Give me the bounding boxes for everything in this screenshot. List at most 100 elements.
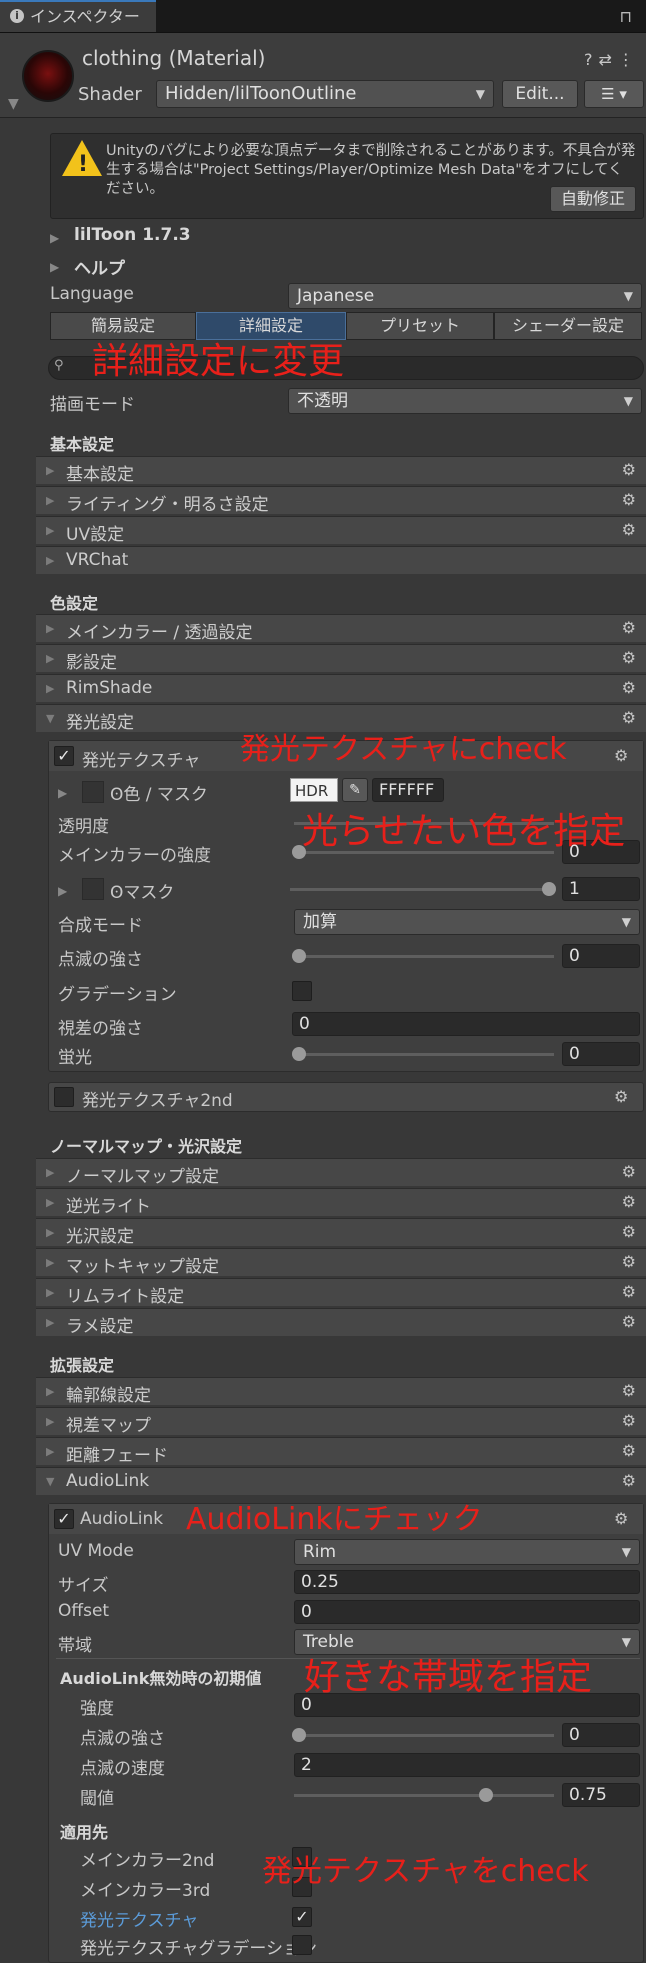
target-emission-gradation-checkbox[interactable] xyxy=(292,1935,312,1955)
mask-input[interactable]: 1 xyxy=(562,877,640,901)
foldout-uv-settings[interactable]: ▶ UV設定 ⚙ xyxy=(36,516,646,545)
fluor-slider-knob[interactable] xyxy=(292,1047,306,1061)
gear-icon[interactable]: ⚙ xyxy=(622,1381,636,1400)
lock-icon[interactable]: ⊓ xyxy=(620,7,632,26)
uv-mode-dropdown[interactable]: Rim ▼ xyxy=(294,1539,640,1565)
chevron-right-icon[interactable]: ▶ xyxy=(58,786,67,800)
gradation-checkbox[interactable] xyxy=(292,981,312,1001)
threshold-slider-track[interactable] xyxy=(294,1794,554,1797)
gear-icon[interactable]: ⚙ xyxy=(622,460,636,479)
auto-fix-button[interactable]: 自動修正 xyxy=(550,186,636,212)
al-blink-slider-track[interactable] xyxy=(298,1734,554,1737)
chevron-right-icon[interactable]: ▶ xyxy=(50,231,59,245)
help-foldout[interactable]: ヘルプ xyxy=(74,254,125,279)
blend-mode-dropdown[interactable]: 加算 ▼ xyxy=(294,909,640,935)
shader-menu-button[interactable]: ☰ ▾ xyxy=(584,80,644,108)
fluor-input[interactable]: 0 xyxy=(562,1042,640,1066)
foldout-shadow[interactable]: ▶ 影設定 ⚙ xyxy=(36,644,646,673)
gear-icon[interactable]: ⚙ xyxy=(622,708,636,727)
al-blink-slider-knob[interactable] xyxy=(292,1728,306,1742)
gear-icon[interactable]: ⚙ xyxy=(622,618,636,637)
gear-icon[interactable]: ⚙ xyxy=(614,1087,628,1106)
hdr-color-swatch[interactable]: HDR xyxy=(290,778,338,802)
threshold-input[interactable]: 0.75 xyxy=(562,1783,640,1807)
foldout-reflection[interactable]: ▶ 光沢設定 ⚙ xyxy=(36,1218,646,1247)
eyedropper-icon[interactable]: ✎ xyxy=(342,778,368,802)
gear-icon[interactable]: ⚙ xyxy=(622,490,636,509)
chevron-right-icon: ▶ xyxy=(46,464,55,477)
gear-icon[interactable]: ⚙ xyxy=(614,1509,628,1528)
color-mask-label: ʘ色 / マスク xyxy=(110,785,208,805)
texture-slot[interactable] xyxy=(82,781,104,803)
chevron-down-icon: ▼ xyxy=(621,915,631,929)
mask-slider-knob[interactable] xyxy=(542,882,556,896)
settings-sliders-icon[interactable]: ⇄ xyxy=(599,50,618,69)
foldout-lighting[interactable]: ▶ ライティング・明るさ設定 ⚙ xyxy=(36,486,646,515)
audiolink-checkbox[interactable]: ✓ xyxy=(54,1509,74,1529)
gear-icon[interactable]: ⚙ xyxy=(622,520,636,539)
gear-icon[interactable]: ⚙ xyxy=(622,648,636,667)
size-input[interactable]: 0.25 xyxy=(294,1570,640,1594)
mask-texture-slot[interactable] xyxy=(82,878,104,900)
alpha-label: 透明度 xyxy=(58,817,109,837)
edit-shader-button[interactable]: Edit... xyxy=(502,80,578,108)
chevron-right-icon[interactable]: ▶ xyxy=(50,260,59,274)
chevron-right-icon[interactable]: ▶ xyxy=(58,884,67,898)
foldout-normal-map[interactable]: ▶ ノーマルマップ設定 ⚙ xyxy=(36,1158,646,1187)
blink-speed-input[interactable]: 2 xyxy=(294,1753,640,1777)
foldout-audiolink[interactable]: ▼ AudioLink ⚙ xyxy=(36,1467,646,1495)
threshold-slider-knob[interactable] xyxy=(479,1788,493,1802)
chevron-right-icon: ▶ xyxy=(46,1316,55,1329)
foldout-distance-fade[interactable]: ▶ 距離フェード ⚙ xyxy=(36,1437,646,1466)
target-emission-texture-checkbox[interactable]: ✓ xyxy=(292,1907,312,1927)
header-icons[interactable]: ?⇄⋮ xyxy=(584,50,640,69)
gear-icon[interactable]: ⚙ xyxy=(622,1192,636,1211)
language-value: Japanese xyxy=(297,286,375,306)
gear-icon[interactable]: ⚙ xyxy=(614,746,628,765)
chevron-right-icon: ▶ xyxy=(46,1415,55,1428)
gear-icon[interactable]: ⚙ xyxy=(622,1162,636,1181)
render-mode-dropdown[interactable]: 不透明 ▼ xyxy=(288,388,642,414)
blink-slider-track[interactable] xyxy=(298,955,554,958)
fluor-slider-track[interactable] xyxy=(298,1053,554,1056)
foldout-rimlight[interactable]: ▶ リムライト設定 ⚙ xyxy=(36,1278,646,1307)
foldout-rimshade[interactable]: ▶ RimShade ⚙ xyxy=(36,674,646,702)
foldout-main-color[interactable]: ▶ メインカラー / 透過設定 ⚙ xyxy=(36,614,646,643)
tab-shader-settings[interactable]: シェーダー設定 xyxy=(494,312,642,340)
liltoon-version-foldout[interactable]: lilToon 1.7.3 xyxy=(74,225,191,245)
foldout-outline[interactable]: ▶ 輪郭線設定 ⚙ xyxy=(36,1377,646,1406)
gear-icon[interactable]: ⚙ xyxy=(622,1222,636,1241)
gear-icon[interactable]: ⚙ xyxy=(622,1312,636,1331)
gear-icon[interactable]: ⚙ xyxy=(622,1441,636,1460)
more-icon[interactable]: ⋮ xyxy=(618,50,640,69)
blink-slider-knob[interactable] xyxy=(292,949,306,963)
foldout-backlight[interactable]: ▶ 逆光ライト ⚙ xyxy=(36,1188,646,1217)
offset-input[interactable]: 0 xyxy=(294,1600,640,1624)
parallax-input[interactable]: 0 xyxy=(292,1012,640,1036)
mask-slider-track[interactable] xyxy=(290,888,550,891)
gear-icon[interactable]: ⚙ xyxy=(622,678,636,697)
warning-exclamation: ! xyxy=(78,152,89,177)
gear-icon[interactable]: ⚙ xyxy=(622,1282,636,1301)
chevron-right-icon: ▶ xyxy=(46,1196,55,1209)
foldout-basic-settings[interactable]: ▶ 基本設定 ⚙ xyxy=(36,456,646,485)
shader-label: Shader xyxy=(78,84,142,105)
foldout-vrchat[interactable]: ▶ VRChat xyxy=(36,546,646,574)
annotation-set-band: 好きな帯域を指定 xyxy=(304,1657,593,1698)
foldout-parallax-map[interactable]: ▶ 視差マップ ⚙ xyxy=(36,1407,646,1436)
shader-dropdown[interactable]: Hidden/lilToonOutline ▼ xyxy=(156,80,494,108)
foldout-matcap[interactable]: ▶ マットキャップ設定 ⚙ xyxy=(36,1248,646,1277)
hex-color-input[interactable]: FFFFFF xyxy=(372,778,444,802)
tab-presets[interactable]: プリセット xyxy=(346,312,494,340)
gear-icon[interactable]: ⚙ xyxy=(622,1252,636,1271)
emission-texture-checkbox[interactable]: ✓ xyxy=(54,746,74,766)
gear-icon[interactable]: ⚙ xyxy=(622,1471,636,1490)
blink-input[interactable]: 0 xyxy=(562,944,640,968)
chevron-down-icon[interactable]: ▼ xyxy=(8,96,19,112)
gear-icon[interactable]: ⚙ xyxy=(622,1411,636,1430)
al-blink-input[interactable]: 0 xyxy=(562,1723,640,1747)
foldout-glitter[interactable]: ▶ ラメ設定 ⚙ xyxy=(36,1308,646,1337)
help-icon[interactable]: ? xyxy=(584,50,599,69)
language-dropdown[interactable]: Japanese ▼ xyxy=(288,283,642,309)
emission-texture-2nd-checkbox[interactable] xyxy=(54,1087,74,1107)
